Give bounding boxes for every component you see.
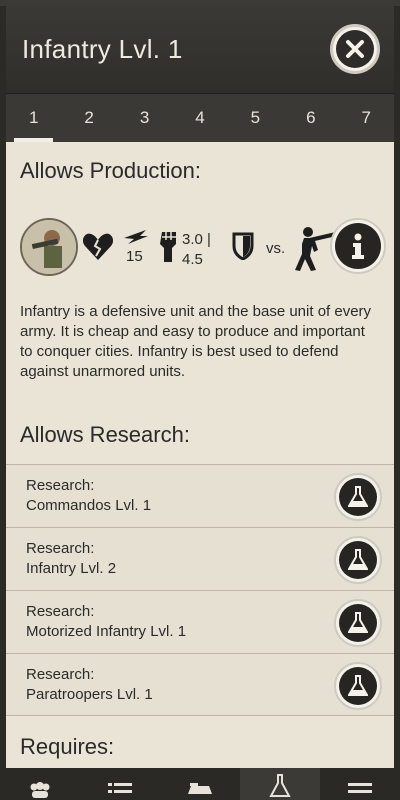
nav-vehicles[interactable] [160,768,240,800]
vehicle-icon [187,782,213,800]
bottom-nav [0,768,400,800]
fist-icon [158,228,180,267]
flask-icon [339,541,377,579]
close-button[interactable] [330,24,380,74]
nav-list[interactable] [80,768,160,800]
flask-icon [269,774,291,800]
people-icon [27,782,53,800]
flask-icon [339,667,377,705]
content-panel: Allows Production: 15 3.0 | 4.5 vs. Infa… [6,142,394,768]
speed-value: 15 [126,248,143,265]
close-icon [336,30,374,68]
tab-2[interactable]: 2 [61,94,116,142]
nav-menu[interactable] [320,768,400,800]
research-item[interactable]: Research: Paratroopers Lvl. 1 [6,653,394,716]
research-item-name: Paratroopers Lvl. 1 [26,686,153,703]
research-item[interactable]: Research: Motorized Infantry Lvl. 1 [6,590,394,653]
research-item-name: Commandos Lvl. 1 [26,497,152,514]
requires-title: Requires: [20,734,115,759]
broken-heart-icon [82,232,114,267]
research-button[interactable] [334,473,382,521]
level-tabs: 1 2 3 4 5 6 7 [6,94,394,142]
research-item-label: Research: [26,603,95,620]
info-icon [335,223,381,269]
nav-people[interactable] [0,768,80,800]
research-item-name: Motorized Infantry Lvl. 1 [26,623,187,640]
nav-research[interactable] [240,768,320,800]
infantry-unit-avatar[interactable] [20,218,78,276]
tab-6[interactable]: 6 [283,94,338,142]
page-title: Infantry Lvl. 1 [22,34,183,64]
research-button[interactable] [334,536,382,584]
unit-info-button[interactable] [330,218,386,274]
unit-description: Infantry is a defensive unit and the bas… [20,303,372,380]
research-list: Research: Commandos Lvl. 1 Research: Inf… [6,464,394,716]
versus-label: vs. [266,240,286,257]
research-item-label: Research: [26,666,95,683]
research-button[interactable] [334,599,382,647]
research-item-name: Infantry Lvl. 2 [26,560,117,577]
tab-1[interactable]: 1 [6,94,61,142]
tab-3[interactable]: 3 [117,94,172,142]
list-icon [108,782,132,800]
research-button[interactable] [334,662,382,710]
research-item[interactable]: Research: Commandos Lvl. 1 [6,464,394,527]
tab-7[interactable]: 7 [339,94,394,142]
tab-4[interactable]: 4 [172,94,227,142]
window-header: Infantry Lvl. 1 [6,6,394,94]
flask-icon [339,604,377,642]
shield-icon [232,232,254,265]
allows-research-title: Allows Research: [20,422,190,447]
menu-icon [348,782,372,800]
damage-value: 3.0 | 4.5 [182,231,211,268]
speed-icon [124,230,148,249]
tab-5[interactable]: 5 [228,94,283,142]
flask-icon [339,478,377,516]
research-item[interactable]: Research: Infantry Lvl. 2 [6,527,394,590]
allows-production-title: Allows Production: [20,158,201,183]
research-item-label: Research: [26,540,95,557]
research-item-label: Research: [26,477,95,494]
unit-stats-row: 15 3.0 | 4.5 vs. [20,218,390,280]
